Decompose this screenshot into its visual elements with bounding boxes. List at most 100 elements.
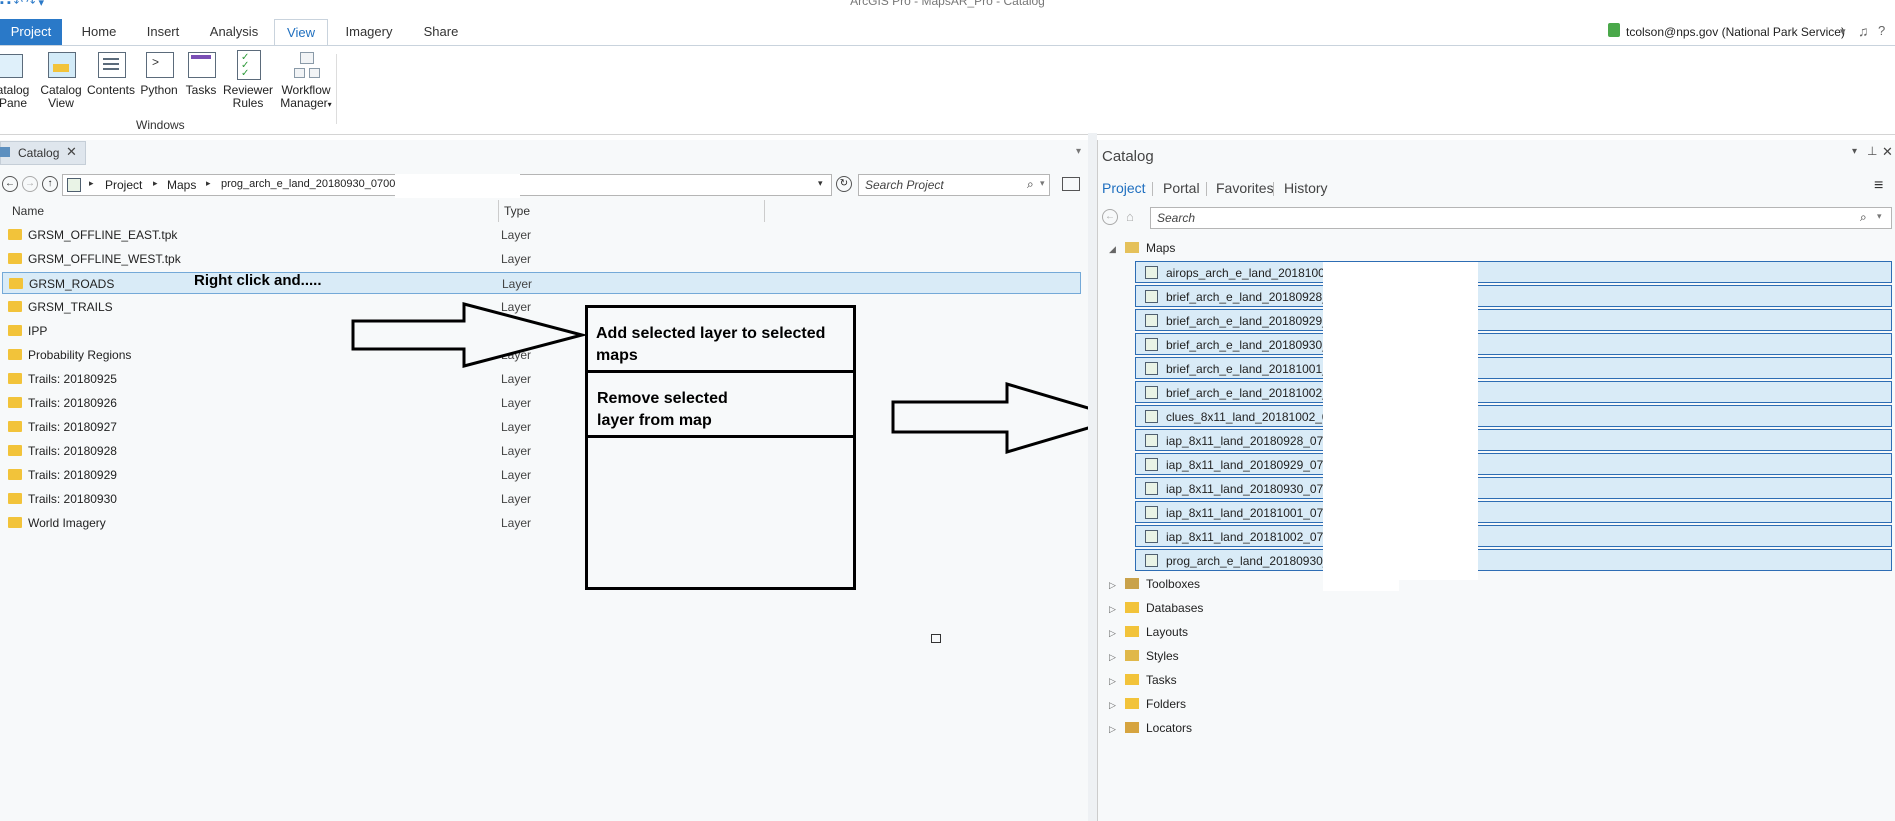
styles-icon	[1125, 650, 1139, 661]
list-item-selected[interactable]: GRSM_ROADS Layer	[2, 272, 1081, 294]
refresh-icon[interactable]: ↻	[836, 176, 852, 192]
breadcrumb-map[interactable]: prog_arch_e_land_20180930_0700	[221, 178, 395, 190]
tree-node-folders[interactable]: ▷ Folders	[1109, 693, 1186, 715]
tree-map-item[interactable]: iap_8x11_land_20181001_0700	[1135, 501, 1892, 523]
list-item[interactable]: GRSM_OFFLINE_EAST.tpk Layer	[8, 224, 1078, 246]
details-view-icon[interactable]	[1062, 177, 1080, 191]
tree-node-maps[interactable]: ◢ Maps	[1109, 237, 1175, 259]
tree-node-locators[interactable]: ▷ Locators	[1109, 717, 1192, 739]
tab-divider	[1273, 182, 1274, 196]
list-item[interactable]: GRSM_OFFLINE_WEST.tpk Layer	[8, 248, 1078, 270]
map-icon	[1145, 554, 1158, 567]
account-chevron-icon[interactable]: ▾	[1840, 25, 1846, 38]
breadcrumb-dropdown-icon[interactable]: ▾	[818, 178, 823, 189]
tree-map-item[interactable]: iap_8x11_land_20180930_0700	[1135, 477, 1892, 499]
tree-map-item[interactable]: brief_arch_e_land_20181002_0700	[1135, 381, 1892, 403]
map-icon	[1145, 530, 1158, 543]
help-icon[interactable]: ?	[1878, 23, 1885, 38]
contents-button[interactable]: Contents	[86, 48, 136, 97]
pane-menu-chevron-icon[interactable]: ▾	[1076, 146, 1081, 157]
breadcrumb-project[interactable]: Project	[105, 178, 142, 192]
reviewer-rules-button[interactable]: ✓ ✓ ✓ Reviewer Rules	[222, 48, 274, 110]
redaction-box	[395, 174, 520, 198]
collapsed-triangle-icon[interactable]: ▷	[1109, 622, 1125, 644]
collapsed-triangle-icon[interactable]: ▷	[1109, 718, 1125, 740]
tab-home[interactable]: Home	[72, 19, 126, 45]
tree-map-item[interactable]: iap_8x11_land_20180928_0700	[1135, 429, 1892, 451]
tree-map-item[interactable]: iap_8x11_land_20180929_0700	[1135, 453, 1892, 475]
map-icon	[1145, 314, 1158, 327]
tree-map-item[interactable]: iap_8x11_land_20181002_0700	[1135, 525, 1892, 547]
tab-favorites[interactable]: Favorites	[1216, 180, 1274, 196]
annotation-right-click: Right click and.....	[194, 272, 322, 289]
layouts-icon	[1125, 626, 1139, 637]
tab-history[interactable]: History	[1284, 180, 1328, 196]
tree-map-item[interactable]: clues_8x11_land_20181002_0700	[1135, 405, 1892, 427]
up-icon[interactable]: ↑	[42, 176, 58, 192]
pane-splitter[interactable]	[1088, 133, 1097, 821]
close-icon[interactable]: ✕	[66, 144, 77, 160]
search-options-icon[interactable]: ▾	[1877, 211, 1882, 222]
expanded-triangle-icon[interactable]: ◢	[1109, 238, 1125, 260]
map-icon	[1145, 434, 1158, 447]
pane-options-icon[interactable]: ▾	[1852, 146, 1857, 157]
tree-map-item[interactable]: prog_arch_e_land_20180930_0700	[1135, 549, 1892, 571]
context-menu-annotation: Add selected layer to selected maps Remo…	[585, 305, 856, 590]
list-item[interactable]: Trails: 20180929 Layer	[8, 464, 1078, 486]
tab-portal[interactable]: Portal	[1163, 180, 1200, 196]
back-icon[interactable]: ←	[1102, 209, 1118, 225]
tab-project[interactable]: Project	[0, 19, 62, 45]
breadcrumb-maps[interactable]: Maps	[167, 178, 196, 192]
tab-project[interactable]: Project	[1102, 180, 1146, 196]
forward-icon[interactable]: →	[22, 176, 38, 192]
tree-map-item[interactable]: brief_arch_e_land_20180930_0700	[1135, 333, 1892, 355]
tree-map-item[interactable]: airops_arch_e_land_20181002_0700	[1135, 261, 1892, 283]
collapsed-triangle-icon[interactable]: ▷	[1109, 646, 1125, 668]
collapsed-triangle-icon[interactable]: ▷	[1109, 598, 1125, 620]
tasks-button[interactable]: Tasks	[182, 48, 220, 97]
tab-imagery[interactable]: Imagery	[338, 19, 400, 45]
map-icon	[1145, 338, 1158, 351]
tab-insert[interactable]: Insert	[138, 19, 188, 45]
column-name[interactable]: Name	[12, 204, 44, 218]
list-item[interactable]: Trails: 20180930 Layer	[8, 488, 1078, 510]
tab-share[interactable]: Share	[416, 19, 466, 45]
folder-icon	[8, 253, 22, 264]
notification-bell-icon[interactable]: ♫	[1858, 23, 1869, 39]
catalog-pane-button[interactable]: atalog Pane	[0, 48, 32, 110]
collapsed-triangle-icon[interactable]: ▷	[1109, 670, 1125, 692]
tree-node-databases[interactable]: ▷ Databases	[1109, 597, 1203, 619]
column-headers: Name Type	[2, 200, 1082, 222]
folder-icon	[8, 373, 22, 384]
column-type[interactable]: Type	[504, 204, 530, 218]
tab-view[interactable]: View	[274, 19, 328, 47]
search-icon[interactable]: ⌕	[1860, 210, 1867, 225]
tree-map-item[interactable]: brief_arch_e_land_20180928_0700	[1135, 285, 1892, 307]
search-project-field[interactable]: Search Project ⌕ ▾	[858, 174, 1050, 196]
pin-icon[interactable]: ⊥	[1867, 144, 1877, 158]
tab-divider	[1152, 182, 1153, 196]
workflow-manager-button[interactable]: Workflow Manager▾	[276, 48, 336, 111]
search-options-icon[interactable]: ▾	[1040, 178, 1045, 189]
tree-node-toolboxes[interactable]: ▷ Toolboxes	[1109, 573, 1200, 595]
catalog-search-field[interactable]: Search ⌕ ▾	[1150, 207, 1892, 229]
hamburger-menu-icon[interactable]: ≡	[1874, 177, 1883, 195]
tree-map-item[interactable]: brief_arch_e_land_20180929_0700	[1135, 309, 1892, 331]
tree-node-tasks[interactable]: ▷ Tasks	[1109, 669, 1177, 691]
tree-node-layouts[interactable]: ▷ Layouts	[1109, 621, 1188, 643]
collapsed-triangle-icon[interactable]: ▷	[1109, 694, 1125, 716]
user-account[interactable]: tcolson@nps.gov (National Park Service)	[1626, 25, 1845, 39]
tab-catalog-view[interactable]: Catalog ✕	[0, 141, 86, 165]
python-button[interactable]: > Python	[138, 48, 180, 97]
back-icon[interactable]: ←	[2, 176, 18, 192]
tree-map-item[interactable]: brief_arch_e_land_20181001_0700	[1135, 357, 1892, 379]
tree-node-styles[interactable]: ▷ Styles	[1109, 645, 1179, 667]
column-divider	[498, 200, 499, 222]
close-pane-icon[interactable]: ✕	[1882, 144, 1893, 160]
home-icon[interactable]: ⌂	[1126, 209, 1134, 224]
catalog-view-button[interactable]: Catalog View	[38, 48, 84, 110]
tab-analysis[interactable]: Analysis	[202, 19, 266, 45]
list-item[interactable]: World Imagery Layer	[8, 512, 1078, 534]
collapsed-triangle-icon[interactable]: ▷	[1109, 574, 1125, 596]
search-icon[interactable]: ⌕	[1027, 177, 1034, 192]
